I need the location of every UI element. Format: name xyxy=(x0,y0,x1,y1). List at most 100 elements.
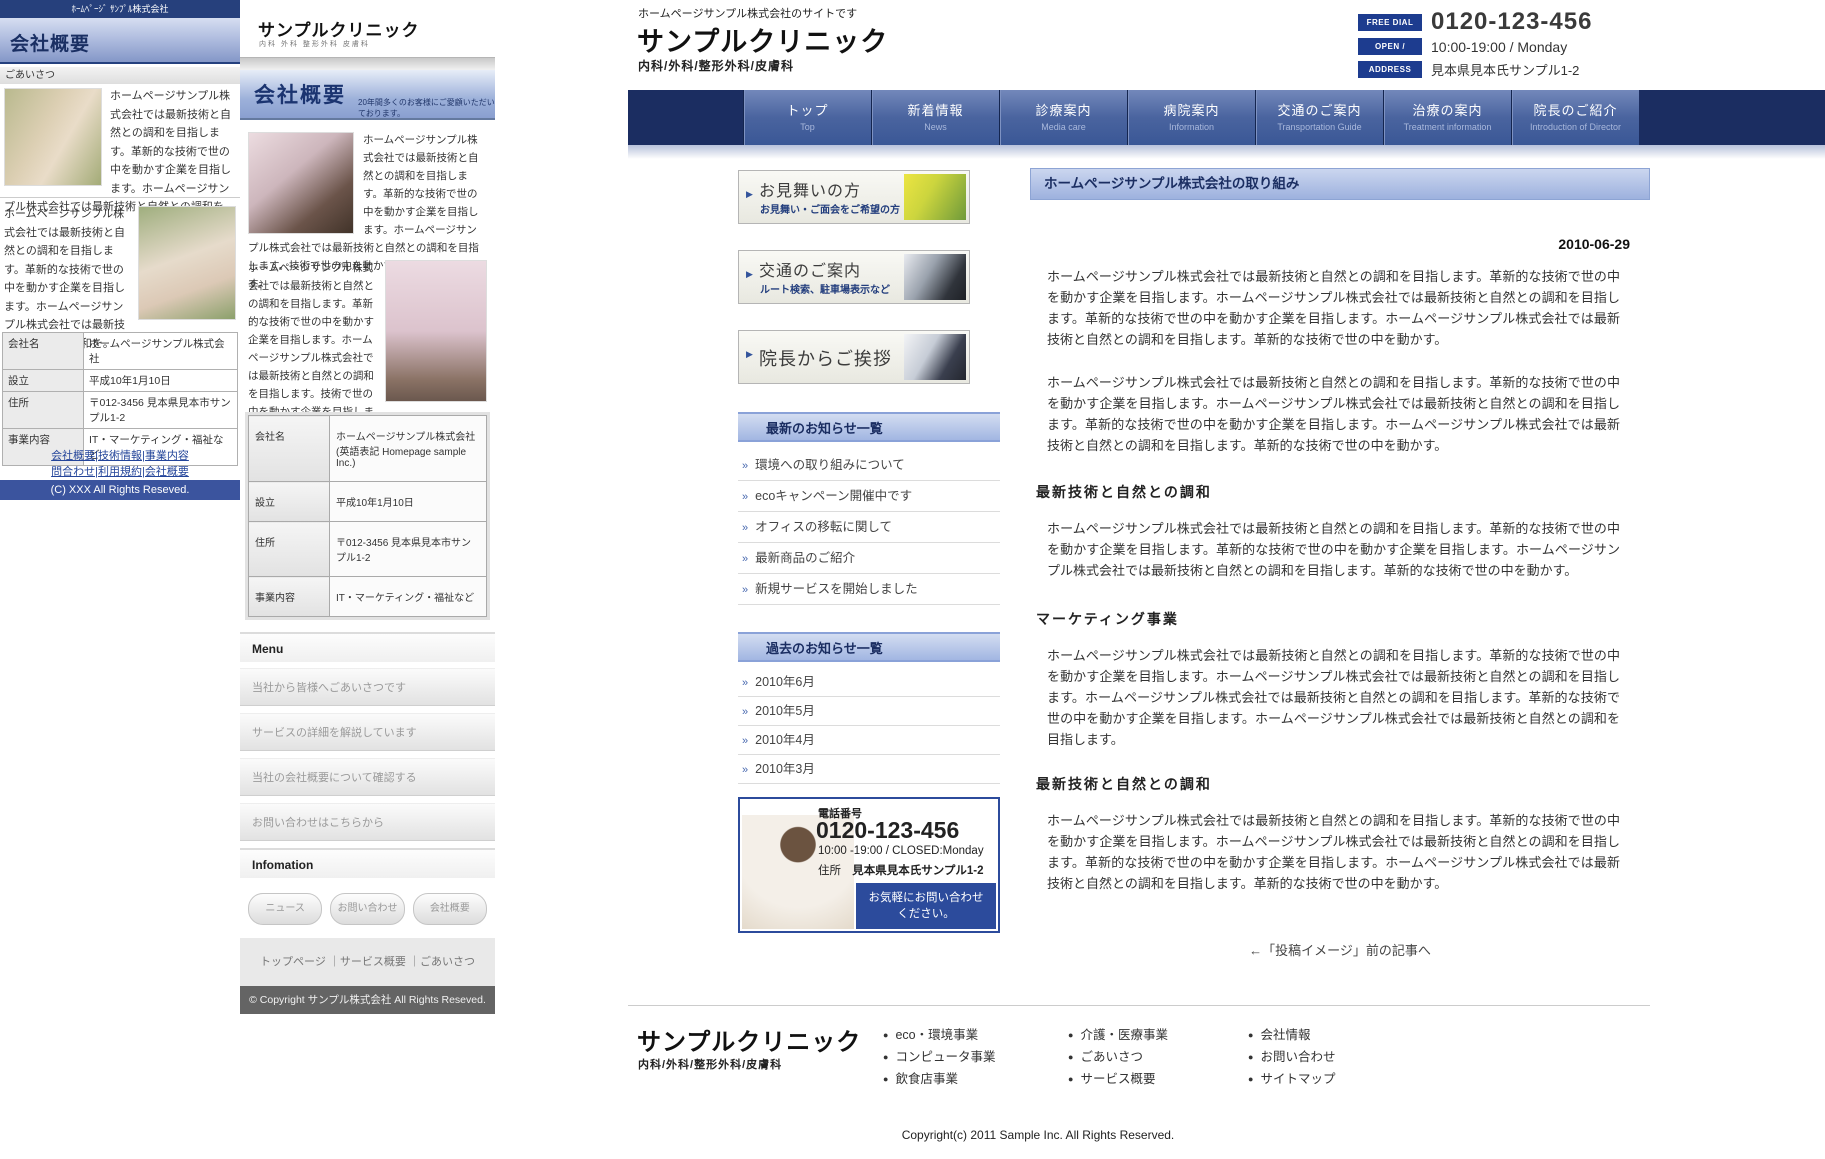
footer-link[interactable]: ●コンピュータ事業 xyxy=(883,1046,995,1068)
contact-button[interactable]: お問い合わせ xyxy=(330,893,404,925)
table-label: 設立 xyxy=(249,482,330,522)
archive-list-item[interactable]: »2010年6月 xyxy=(738,668,1000,697)
contact-row-hours: OPEN / CLOSED 10:00-19:00 / Monday xyxy=(1358,38,1567,55)
double-arrow-icon: » xyxy=(742,584,748,596)
news-button[interactable]: ニュース xyxy=(248,893,322,925)
contact-row-address: ADDRESS 見本県見本氏サンプル1-2 xyxy=(1358,60,1579,79)
tablet-photo-sakura xyxy=(385,260,487,402)
main-navigation: トップ Top 新着情報 News 診療案内 Media care 病院案内 I… xyxy=(628,90,1825,145)
news-list-item[interactable]: »新規サービスを開始しました xyxy=(738,574,1000,605)
double-arrow-icon: » xyxy=(742,491,748,503)
open-closed-badge: OPEN / CLOSED xyxy=(1358,38,1422,55)
news-list-item[interactable]: »オフィスの移転に関して xyxy=(738,512,1000,543)
double-arrow-icon: » xyxy=(742,764,748,776)
double-arrow-icon: » xyxy=(742,677,748,689)
arrow-right-icon: ▶ xyxy=(746,189,753,200)
footer-link[interactable]: ●eco・環境事業 xyxy=(883,1024,995,1046)
archive-list-item[interactable]: »2010年4月 xyxy=(738,726,1000,755)
company-button[interactable]: 会社概要 xyxy=(413,893,487,925)
footer-logo[interactable]: サンプルクリニック xyxy=(637,1022,861,1057)
desktop-site-panel: ホームページサンプル株式会社のサイトです サンプルクリニック 内科/外科/整形外… xyxy=(628,0,1825,1159)
company-name-en: (英語表記 Homepage sample Inc.) xyxy=(336,443,480,469)
tablet-menu-item-company[interactable]: 当社の会社概要について確認する xyxy=(240,758,495,796)
site-logo-subtitle: 内科/外科/整形外科/皮膚科 xyxy=(638,57,794,74)
banner-director-greeting[interactable]: ▶ 院長からご挨拶 xyxy=(738,330,970,384)
mobile-links-row-1[interactable]: 会社概要|技術情報|事業内容 xyxy=(51,450,189,462)
mobile-company-table: 会社名 ホームページサンプル株式会社 設立 平成10年1月10日 住所 〒012… xyxy=(2,332,238,466)
table-value: ホームページサンプル株式会社 (英語表記 Homepage sample Inc… xyxy=(330,416,487,482)
footer-column-1: ●eco・環境事業 ●コンピュータ事業 ●飲食店事業 xyxy=(883,1024,995,1090)
site-tagline: ホームページサンプル株式会社のサイトです xyxy=(638,5,857,21)
header-address: 見本県見本氏サンプル1-2 xyxy=(1431,60,1579,79)
table-value: 〒012-3456 見本県見本市サンプル1-2 xyxy=(330,522,487,577)
bullet-icon: ● xyxy=(883,1052,888,1062)
tablet-logo[interactable]: サンプルクリニック xyxy=(258,16,420,41)
double-arrow-icon: » xyxy=(742,735,748,747)
bullet-icon: ● xyxy=(1248,1052,1253,1062)
nav-item-treatment[interactable]: 治療の案内 Treatment information xyxy=(1383,90,1511,145)
tablet-title-band: 会社概要 20年間多くのお客様にご愛顧いただいております。 xyxy=(240,70,495,120)
archive-list-item[interactable]: »2010年5月 xyxy=(738,697,1000,726)
double-arrow-icon: » xyxy=(742,460,748,472)
archive-news-heading: 過去のお知らせ一覧 xyxy=(738,632,1000,662)
footer-link[interactable]: ●会社情報 xyxy=(1248,1024,1335,1046)
article-main: ホームページサンプル株式会社の取り組み 2010-06-29 ホームページサンプ… xyxy=(1030,168,1650,959)
footer-link[interactable]: ●お問い合わせ xyxy=(1248,1046,1335,1068)
news-list-item[interactable]: »環境への取り組みについて xyxy=(738,450,1000,481)
bullet-icon: ● xyxy=(1248,1074,1253,1084)
table-value: IT・マーケティング・福祉など xyxy=(330,577,487,617)
footer-link[interactable]: ●飲食店事業 xyxy=(883,1068,995,1090)
tablet-menu-item-service[interactable]: サービスの詳細を解説しています xyxy=(240,713,495,751)
nav-item-transportation[interactable]: 交通のご案内 Transportation Guide xyxy=(1255,90,1383,145)
nav-item-director[interactable]: 院長のご紹介 Introduction of Director xyxy=(1511,90,1639,145)
archive-list-item[interactable]: »2010年3月 xyxy=(738,755,1000,784)
mobile-photo-woman-park xyxy=(4,88,102,186)
tablet-paragraph-2: ホームページサンプル株式会社では最新技術と自然との調和を目指します。革新的な技術… xyxy=(248,262,374,436)
nav-item-hospital-info[interactable]: 病院案内 Information xyxy=(1127,90,1255,145)
header-phone-number: 0120-123-456 xyxy=(1431,8,1592,36)
site-logo[interactable]: サンプルクリニック xyxy=(637,20,888,59)
bullet-icon: ● xyxy=(1068,1052,1073,1062)
nav-item-news[interactable]: 新着情報 News xyxy=(871,90,999,145)
article-paragraph: ホームページサンプル株式会社では最新技術と自然との調和を目指します。革新的な技術… xyxy=(1047,810,1620,894)
footer-column-3: ●会社情報 ●お問い合わせ ●サイトマップ xyxy=(1248,1024,1335,1090)
mobile-intro-block-2: ホームページサンプル株式会社では最新技術と自然との調和を目指します。革新的な技術… xyxy=(4,204,236,352)
mobile-greeting-heading: ごあいさつ xyxy=(0,67,240,84)
tablet-menu-item-contact[interactable]: お問い合わせはこちらから xyxy=(240,803,495,841)
tablet-page-title: 会社概要 xyxy=(254,79,346,109)
table-value: 平成10年1月10日 xyxy=(84,370,238,392)
nav-item-medical-care[interactable]: 診療案内 Media care xyxy=(999,90,1127,145)
tablet-menu-item-greeting[interactable]: 当社から皆様へごあいさつです xyxy=(240,668,495,706)
footer-logo-subtitle: 内科/外科/整形外科/皮膚科 xyxy=(638,1056,782,1072)
tablet-logo-subtitle: 内科 外科 整形外科 皮膚科 xyxy=(259,39,370,49)
tablet-title-subtext: 20年間多くのお客様にご愛顧いただいております。 xyxy=(358,97,495,119)
arrow-right-icon: ▶ xyxy=(746,269,753,280)
table-value: ホームページサンプル株式会社 xyxy=(84,333,238,370)
table-row: 住所 〒012-3456 見本県見本市サンプル1-2 xyxy=(249,522,487,577)
contact-row-freedial: FREE DIAL 0120-123-456 xyxy=(1358,8,1592,36)
footer-link[interactable]: ●ごあいさつ xyxy=(1068,1046,1168,1068)
footer-link[interactable]: ●サービス概要 xyxy=(1068,1068,1168,1090)
footer-link[interactable]: ●介護・医療事業 xyxy=(1068,1024,1168,1046)
free-dial-badge: FREE DIAL xyxy=(1358,14,1422,31)
contact-cta-band[interactable]: お気軽にお問い合わせください。 xyxy=(856,883,996,929)
footer-copyright: Copyright(c) 2011 Sample Inc. All Rights… xyxy=(628,1128,1448,1142)
mobile-links-row-2[interactable]: 問合わせ|利用規約|会社概要 xyxy=(51,466,189,478)
article-heading-harmony-1: 最新技術と自然との調和 xyxy=(1036,482,1650,502)
tablet-separator-strip xyxy=(240,57,495,71)
phone-address: 見本県見本氏サンプル1-2 xyxy=(852,865,983,877)
nav-item-top[interactable]: トップ Top xyxy=(743,90,871,145)
archive-list: »2010年6月 »2010年5月 »2010年4月 »2010年3月 xyxy=(738,668,1000,784)
table-row: 会社名 ホームページサンプル株式会社 xyxy=(3,333,238,370)
tablet-button-row: ニュース お問い合わせ 会社概要 xyxy=(248,893,487,925)
news-list-item[interactable]: »ecoキャンペーン開催中です xyxy=(738,481,1000,512)
tablet-footer-links[interactable]: トップページ ｜サービス概要 ｜ごあいさつ xyxy=(240,938,495,986)
banner-transportation[interactable]: ▶ 交通のご案内 ルート検索、駐車場表示など xyxy=(738,250,970,304)
footer-link[interactable]: ●サイトマップ xyxy=(1248,1068,1335,1090)
previous-article-link[interactable]: ←「投稿イメージ」前の記事へ xyxy=(1030,940,1650,959)
mobile-footer-links: 会社概要|技術情報|事業内容 問合わせ|利用規約|会社概要 xyxy=(0,448,240,480)
phone-hours: 10:00 -19:00 / CLOSED:Monday xyxy=(818,845,984,857)
nav-bottom-gradient xyxy=(628,145,1825,159)
banner-visitors[interactable]: ▶ お見舞いの方 お見舞い・ご面会をご希望の方 xyxy=(738,170,970,224)
news-list-item[interactable]: »最新商品のご紹介 xyxy=(738,543,1000,574)
